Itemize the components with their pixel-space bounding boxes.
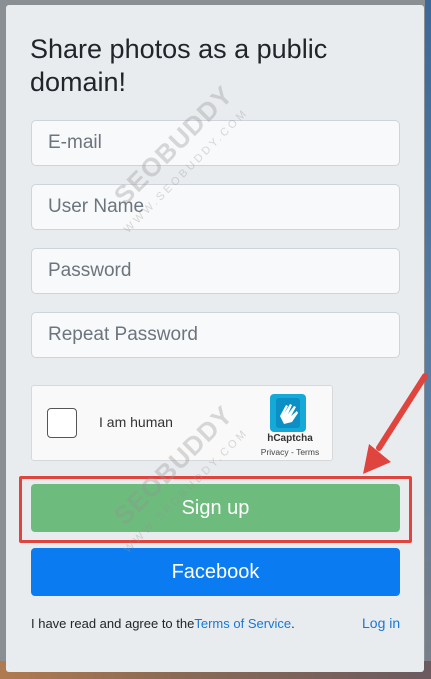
terms-text: I have read and agree to theTerms of Ser… [31,616,295,631]
captcha-label: I am human [99,414,173,430]
facebook-button[interactable]: Facebook [31,548,400,596]
password-field[interactable] [31,248,400,294]
login-link[interactable]: Log in [362,615,400,631]
background-right [425,0,431,679]
terms-of-service-link[interactable]: Terms of Service [194,616,291,631]
annotation-arrow-icon [363,373,428,474]
signup-card: Share photos as a public domain! I am hu… [6,5,424,672]
signup-button[interactable]: Sign up [31,484,400,532]
terms-prefix: I have read and agree to the [31,616,195,631]
username-field[interactable] [31,184,400,230]
repeat-password-field[interactable] [31,312,400,358]
captcha-checkbox[interactable] [47,408,77,438]
hcaptcha-logo-icon [270,394,306,432]
hcaptcha-brand: hCaptcha [267,433,313,444]
hcaptcha-links[interactable]: Privacy - Terms [254,447,326,457]
terms-suffix: . [291,616,295,631]
